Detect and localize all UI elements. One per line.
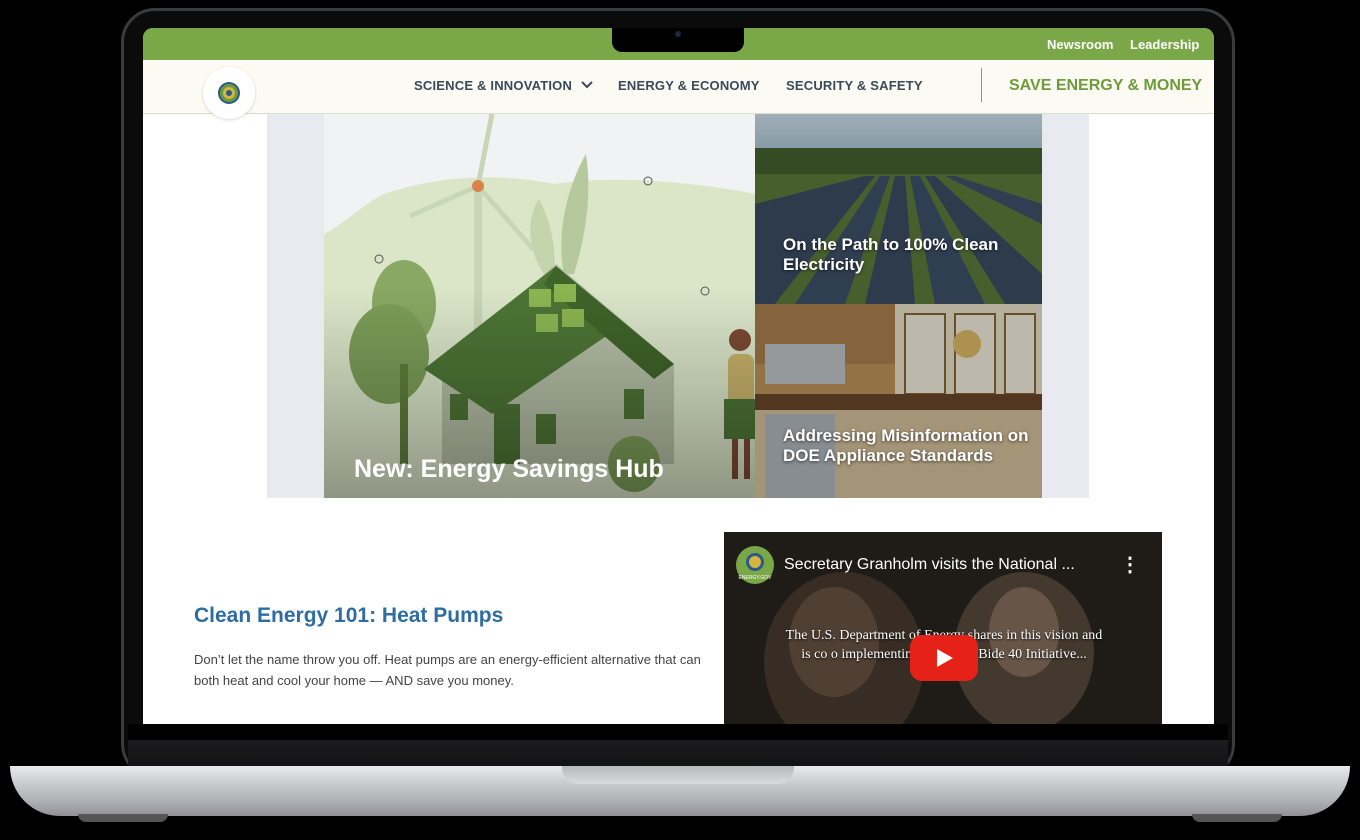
kitchen-image bbox=[755, 304, 1042, 498]
nav-divider bbox=[981, 68, 982, 102]
hero-main-title[interactable]: New: Energy Savings Hub bbox=[354, 455, 664, 484]
feature-description: Don’t let the name throw you off. Heat p… bbox=[194, 652, 701, 688]
main-nav: SCIENCE & INNOVATION ENERGY & ECONOMY SE… bbox=[143, 60, 1214, 119]
hero-tile-clean-electricity[interactable]: On the Path to 100% Clean Electricity bbox=[755, 114, 1042, 304]
leadership-link[interactable]: Leadership bbox=[1130, 37, 1199, 52]
feature-heading[interactable]: Clean Energy 101: Heat Pumps bbox=[194, 604, 503, 628]
nav-science-innovation[interactable]: SCIENCE & INNOVATION bbox=[414, 78, 593, 93]
tile-title-appliance-standards: Addressing Misinformation on DOE Applian… bbox=[783, 426, 1029, 465]
more-vert-icon[interactable]: ⋮ bbox=[1120, 552, 1140, 577]
nav-energy-economy[interactable]: ENERGY & ECONOMY bbox=[618, 78, 760, 93]
doe-seal-icon: ENERGY.GOV bbox=[739, 553, 773, 581]
laptop-base-notch bbox=[562, 766, 794, 784]
channel-label: ENERGY.GOV bbox=[739, 575, 773, 581]
play-button[interactable] bbox=[910, 635, 978, 681]
channel-avatar[interactable]: ENERGY.GOV bbox=[736, 546, 774, 584]
hero-tile-appliance-standards[interactable]: Addressing Misinformation on DOE Applian… bbox=[755, 304, 1042, 498]
nav-security-safety[interactable]: SECURITY & SAFETY bbox=[786, 78, 923, 93]
hero-main-card[interactable]: New: Energy Savings Hub bbox=[324, 114, 756, 498]
nav-save-energy-money[interactable]: SAVE ENERGY & MONEY bbox=[1009, 77, 1202, 95]
newsroom-link[interactable]: Newsroom bbox=[1047, 37, 1113, 52]
nav-science-label: SCIENCE & INNOVATION bbox=[414, 78, 573, 93]
video-title[interactable]: Secretary Granholm visits the National .… bbox=[784, 556, 1075, 574]
video-player[interactable]: ENERGY.GOV Secretary Granholm visits the… bbox=[724, 532, 1162, 724]
solar-farm-image bbox=[755, 114, 1042, 304]
tile-title-clean-electricity: On the Path to 100% Clean Electricity bbox=[783, 235, 999, 274]
browser-screen: Newsroom Leadership SCIENCE & INNOVATION… bbox=[143, 28, 1214, 724]
chevron-down-icon bbox=[581, 81, 593, 89]
laptop-foot bbox=[78, 814, 168, 822]
play-icon bbox=[937, 649, 953, 667]
laptop-foot bbox=[1192, 814, 1282, 822]
camera-icon bbox=[675, 31, 681, 37]
site-logo[interactable] bbox=[203, 67, 255, 119]
laptop-hinge bbox=[128, 740, 1228, 768]
laptop-bezel bbox=[128, 724, 1228, 740]
energy-savings-illustration bbox=[324, 114, 756, 498]
doe-seal-icon bbox=[218, 82, 240, 104]
